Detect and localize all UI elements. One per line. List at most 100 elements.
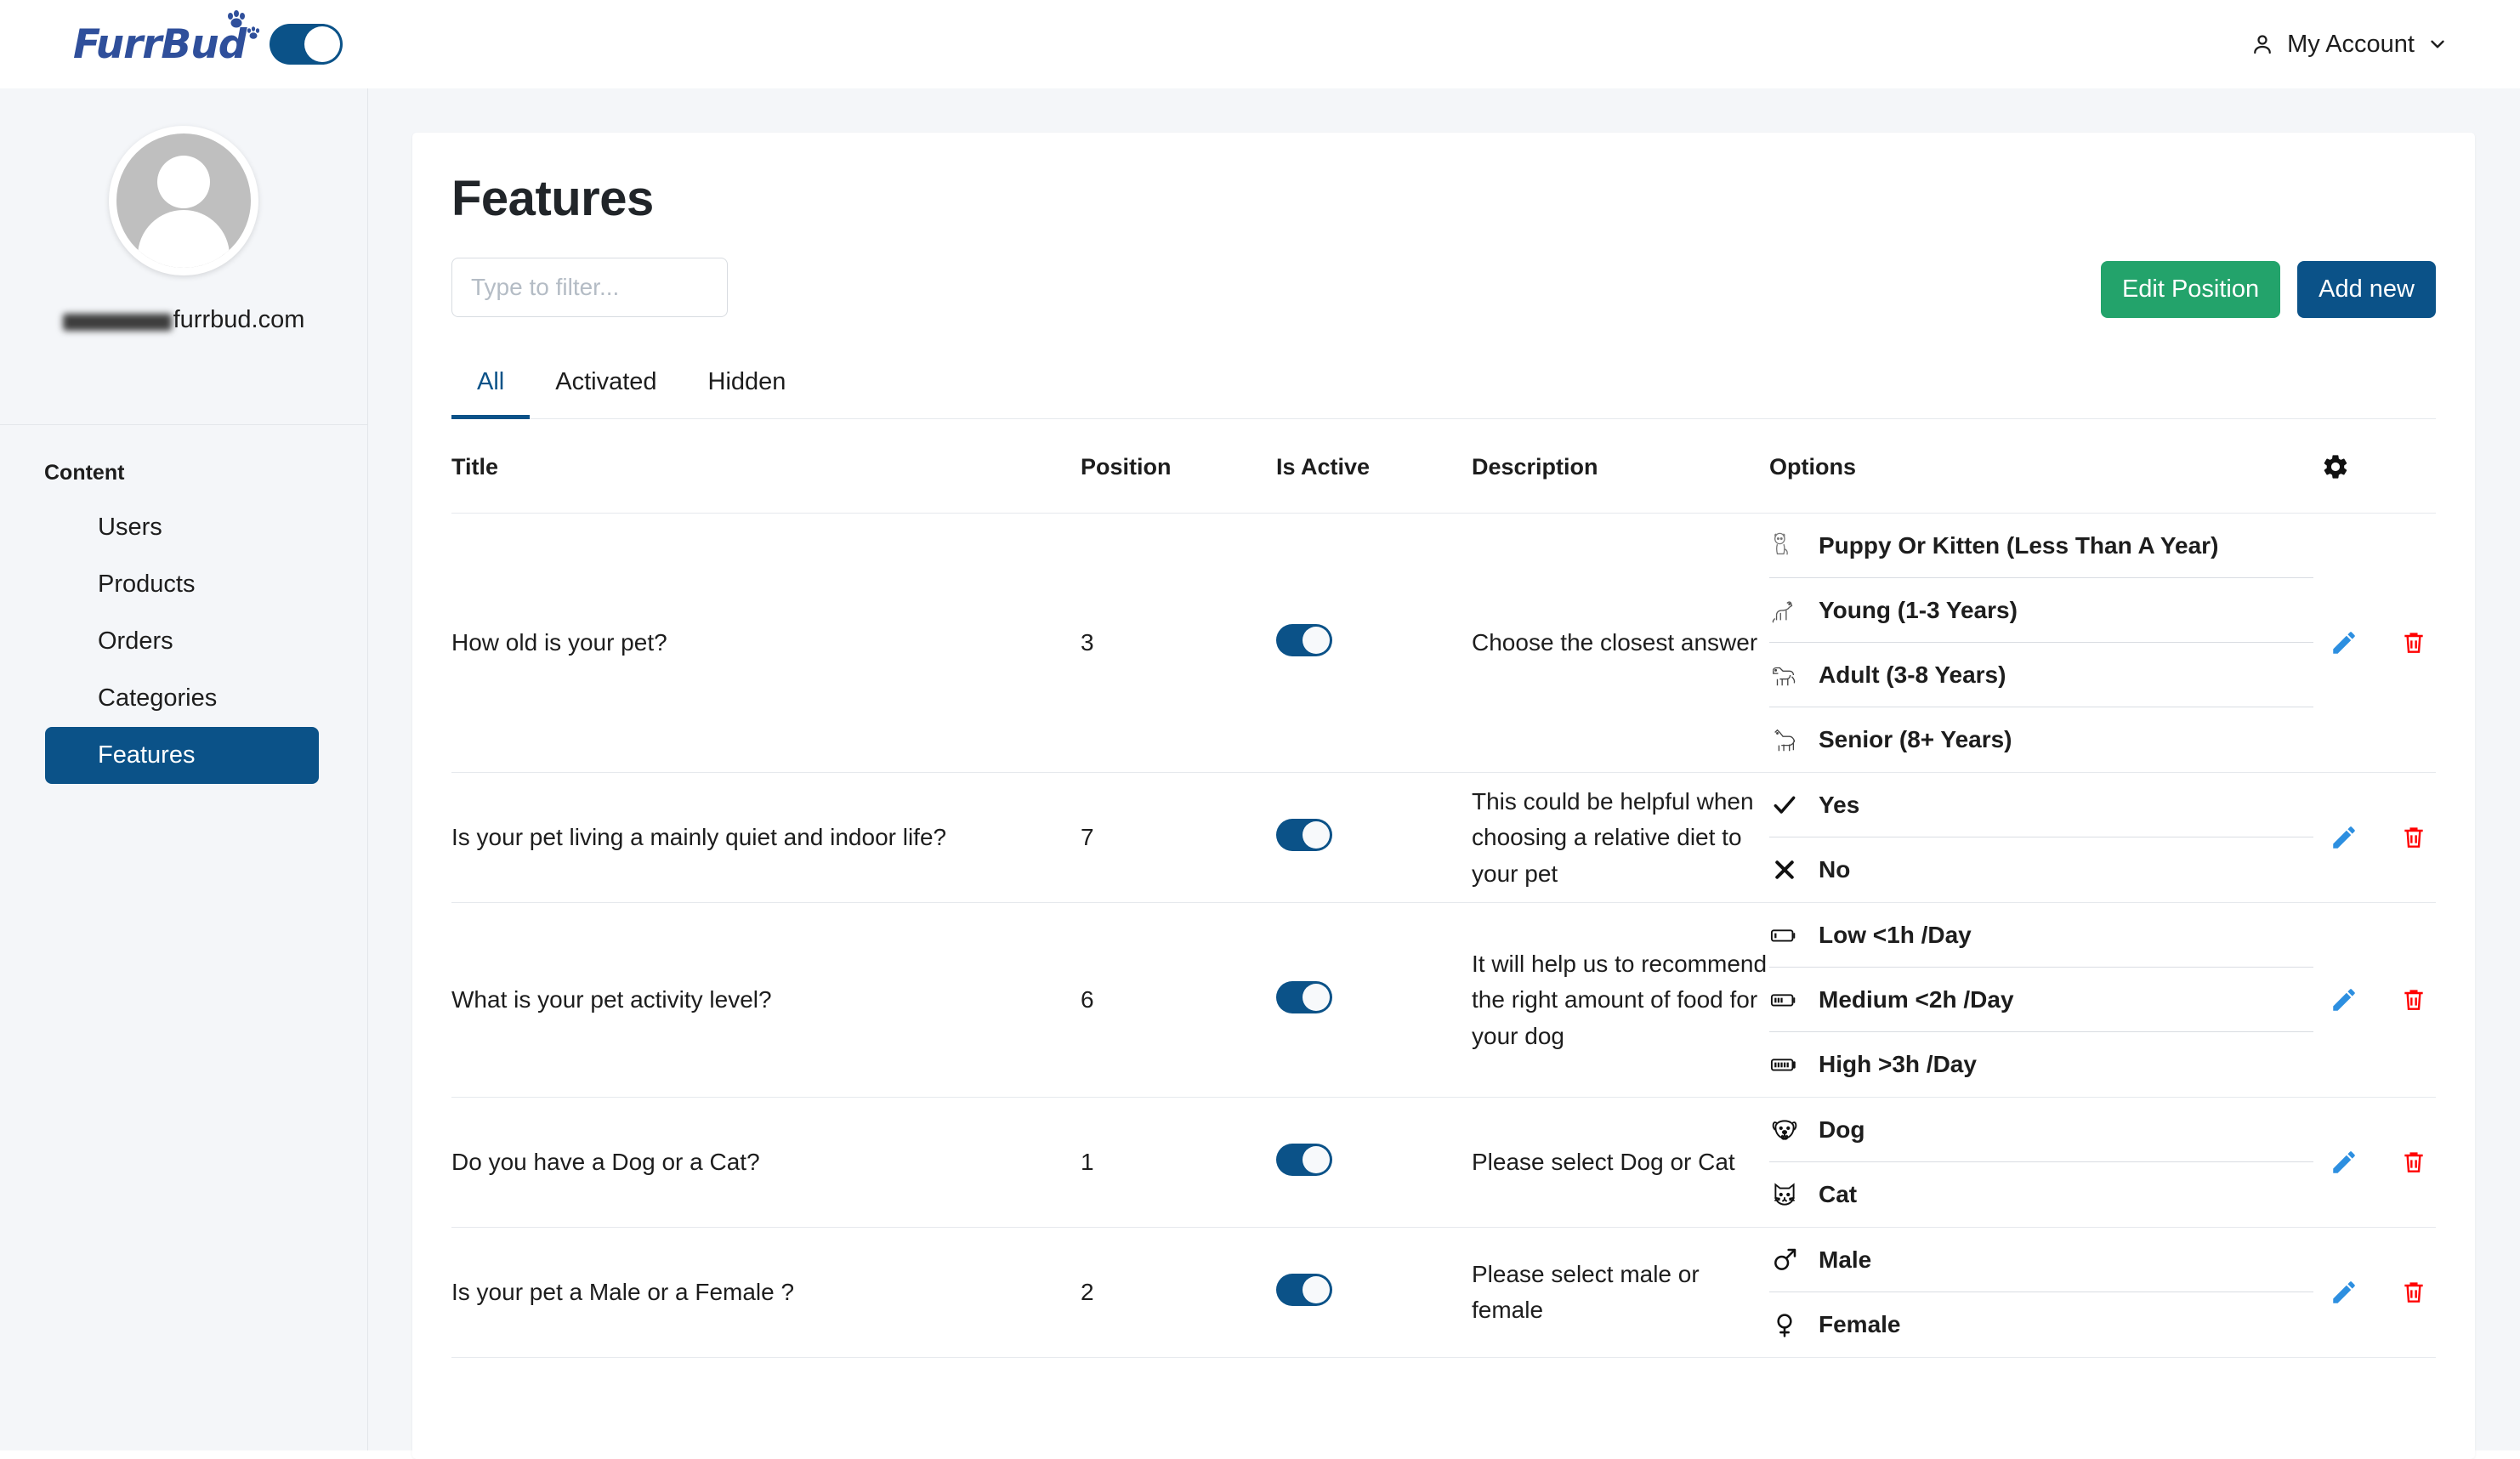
my-account-menu[interactable]: My Account — [2250, 31, 2449, 59]
row-actions — [2313, 772, 2436, 904]
adult-dog-icon — [1769, 660, 1800, 690]
pencil-icon[interactable] — [2322, 1140, 2366, 1184]
nav-section-content: Content — [44, 461, 125, 485]
is-active-toggle[interactable] — [1276, 1143, 1332, 1176]
trash-icon[interactable] — [2392, 815, 2436, 860]
sidebar-item-orders[interactable]: Orders — [45, 613, 319, 670]
chevron-down-icon — [2431, 40, 2444, 48]
trash-icon[interactable] — [2392, 621, 2436, 665]
table-row: Is your pet living a mainly quiet and in… — [451, 772, 2436, 904]
option-item[interactable]: Puppy Or Kitten (Less Than A Year) — [1769, 514, 2313, 579]
is-active-toggle[interactable] — [1276, 980, 1332, 1013]
sidebar-item-categories[interactable]: Categories — [45, 670, 319, 727]
sidebar: furrbud.com Content Users Products Order… — [0, 88, 368, 1450]
toolbar-buttons: Edit Position Add new — [2100, 258, 2436, 319]
row-actions — [2313, 513, 2436, 774]
pencil-icon[interactable] — [2322, 815, 2366, 860]
row-actions — [2313, 1097, 2436, 1229]
option-item[interactable]: Cat — [1769, 1162, 2313, 1227]
user-icon — [2254, 35, 2271, 54]
toolbar: Edit Position Add new — [451, 258, 2436, 319]
table-row: What is your pet activity level? 6 It wi… — [451, 902, 2436, 1099]
option-item[interactable]: Adult (3-8 Years) — [1769, 643, 2313, 708]
option-item[interactable]: Low <1h /Day — [1769, 903, 2313, 968]
option-label: Cat — [1819, 1181, 1858, 1208]
row-title: How old is your pet? — [451, 513, 1081, 774]
brand-logo[interactable]: FurrBud — [73, 9, 260, 68]
trash-icon[interactable] — [2392, 1140, 2436, 1184]
option-item[interactable]: High >3h /Day — [1769, 1032, 2313, 1097]
option-item[interactable]: Dog — [1769, 1098, 2313, 1163]
trash-icon[interactable] — [2392, 978, 2436, 1022]
row-title: Is your pet a Male or a Female ? — [451, 1227, 1081, 1359]
trash-icon[interactable] — [2392, 1270, 2436, 1314]
options-list: Puppy Or Kitten (Less Than A Year) Young… — [1769, 514, 2313, 772]
sidebar-item-users[interactable]: Users — [45, 499, 319, 556]
toggle-knob — [1303, 1145, 1330, 1173]
tab-all[interactable]: All — [451, 368, 531, 420]
tab-activated[interactable]: Activated — [530, 368, 682, 419]
senior-dog-icon — [1769, 724, 1800, 755]
dog-face-icon — [1769, 1115, 1800, 1145]
option-label: Senior (8+ Years) — [1819, 726, 2012, 753]
row-title: Is your pet living a mainly quiet and in… — [451, 772, 1081, 904]
option-item[interactable]: Yes — [1769, 773, 2313, 838]
column-header-settings — [2313, 419, 2436, 514]
top-bar: FurrBud My Account — [0, 0, 2520, 88]
pencil-icon[interactable] — [2322, 621, 2366, 665]
paw-print-icon — [228, 9, 260, 39]
option-item[interactable]: No — [1769, 837, 2313, 902]
row-is-active-cell — [1276, 513, 1472, 774]
pencil-icon[interactable] — [2322, 978, 2366, 1022]
column-header-is-active: Is Active — [1276, 419, 1472, 514]
option-item[interactable]: Medium <2h /Day — [1769, 968, 2313, 1033]
row-actions — [2313, 902, 2436, 1099]
sidebar-item-products[interactable]: Products — [45, 556, 319, 613]
column-header-description: Description — [1472, 419, 1769, 514]
battery-full-icon — [1769, 1049, 1800, 1080]
gear-icon[interactable] — [2313, 445, 2358, 489]
is-active-toggle[interactable] — [1276, 623, 1332, 656]
redacted-email-part — [62, 313, 172, 331]
option-label: Adult (3-8 Years) — [1819, 661, 2006, 688]
table-row: How old is your pet? 3 Choose the closes… — [451, 513, 2436, 774]
tab-hidden[interactable]: Hidden — [683, 368, 812, 419]
filter-input[interactable] — [451, 258, 728, 317]
option-item[interactable]: Female — [1769, 1292, 2313, 1357]
row-is-active-cell — [1276, 902, 1472, 1099]
mars-symbol-icon — [1769, 1245, 1800, 1275]
puppy-icon — [1769, 531, 1800, 561]
column-header-options: Options — [1769, 419, 2313, 514]
is-active-toggle[interactable] — [1276, 818, 1332, 851]
column-header-position: Position — [1081, 419, 1276, 514]
option-item[interactable]: Male — [1769, 1228, 2313, 1293]
venus-symbol-icon — [1769, 1309, 1800, 1340]
options-list: Yes No — [1769, 773, 2313, 902]
cross-icon — [1769, 854, 1800, 885]
option-item[interactable]: Senior (8+ Years) — [1769, 707, 2313, 772]
add-new-button[interactable]: Add new — [2297, 261, 2436, 319]
option-label: Low <1h /Day — [1819, 921, 1972, 948]
check-icon — [1769, 790, 1800, 820]
sidebar-toggle[interactable] — [270, 24, 343, 65]
young-dog-icon — [1769, 595, 1800, 626]
account-label: My Account — [2287, 30, 2415, 58]
row-description: Please select male or female — [1472, 1227, 1769, 1359]
row-description: This could be helpful when choosing a re… — [1472, 772, 1769, 904]
toggle-knob — [1303, 1275, 1330, 1303]
options-list: Male Female — [1769, 1228, 2313, 1357]
row-actions — [2313, 1227, 2436, 1359]
edit-position-button[interactable]: Edit Position — [2100, 261, 2281, 319]
row-position: 2 — [1081, 1227, 1276, 1359]
sidebar-item-features[interactable]: Features — [45, 727, 319, 784]
pencil-icon[interactable] — [2322, 1270, 2366, 1314]
row-description: Please select Dog or Cat — [1472, 1097, 1769, 1229]
is-active-toggle[interactable] — [1276, 1273, 1332, 1306]
options-list: Dog Cat — [1769, 1098, 2313, 1227]
table-row: Do you have a Dog or a Cat? 1 Please sel… — [451, 1097, 2436, 1229]
option-label: Dog — [1819, 1116, 1865, 1143]
brand-name: FurrBud — [73, 20, 247, 68]
option-label: Medium <2h /Day — [1819, 985, 2014, 1013]
option-item[interactable]: Young (1-3 Years) — [1769, 578, 2313, 644]
table-header: Title Position Is Active Description Opt… — [451, 419, 2436, 514]
